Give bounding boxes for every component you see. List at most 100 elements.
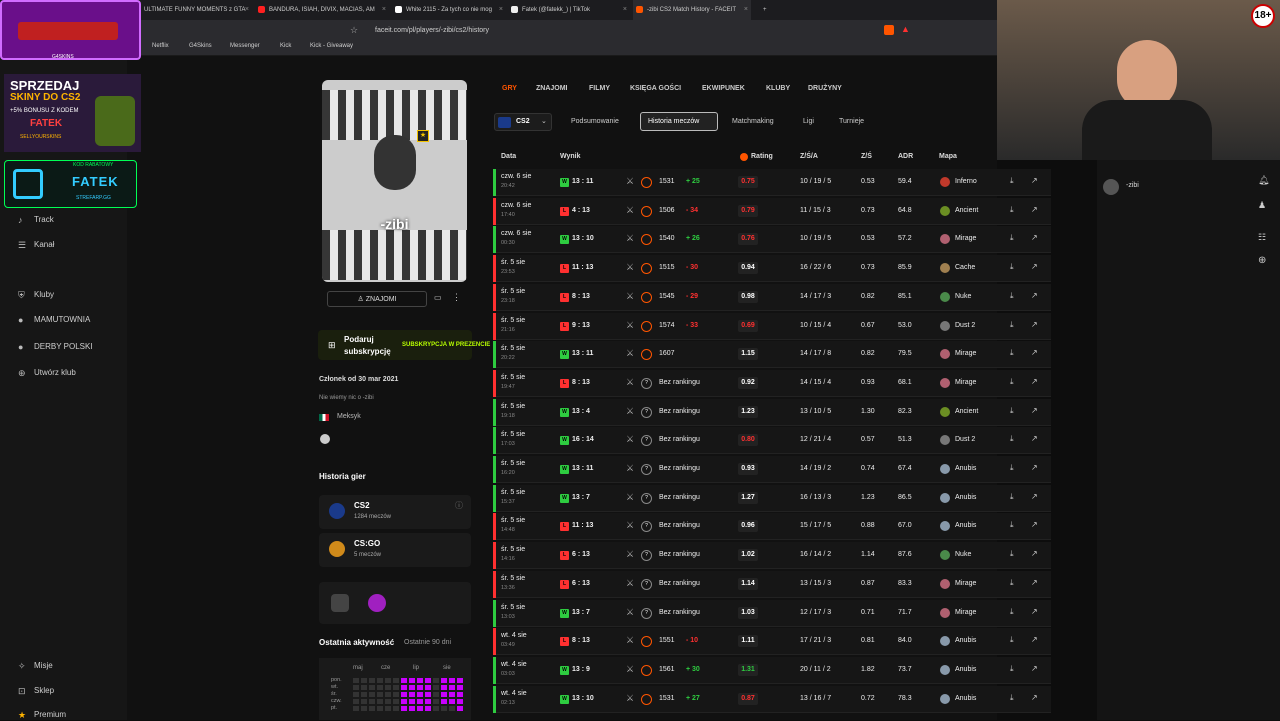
tab-druzyny[interactable]: DRUŻYNY — [808, 85, 842, 92]
table-row[interactable]: śr. 5 sie 14:16 L 6 : 13 ⚔? Bez rankingu 1.02 1… — [493, 542, 1051, 570]
download-icon[interactable]: ⤓ — [1010, 233, 1014, 243]
download-icon[interactable]: ⤓ — [1010, 377, 1014, 387]
download-icon[interactable]: ⤓ — [1010, 578, 1014, 588]
table-row[interactable]: śr. 5 sie 23:18 L 8 : 13 ⚔ 1545 - 29 0.98 14 / 1… — [493, 283, 1051, 311]
bookmark-g4skins[interactable]: G4Skins — [189, 43, 212, 49]
table-row[interactable]: śr. 5 sie 16:20 W 13 : 11 ⚔? Bez rankingu 0.93… — [493, 456, 1051, 483]
close-icon[interactable]: × — [499, 0, 503, 20]
download-icon[interactable]: ⤓ — [1010, 492, 1014, 502]
badge-icon[interactable] — [368, 594, 386, 612]
external-link-icon[interactable]: ↗ — [1031, 406, 1038, 415]
game-card-cs2[interactable]: CS2 1284 meczów ⓘ — [319, 495, 471, 529]
table-row[interactable]: śr. 5 sie 14:48 L 11 : 13 ⚔? Bez rankingu 0.96… — [493, 513, 1051, 541]
subtab-summary[interactable]: Podsumowanie — [571, 118, 619, 125]
table-row[interactable]: czw. 6 sie 00:30 W 13 : 10 ⚔ 1540 + 26 0.76 10 /… — [493, 226, 1051, 254]
download-icon[interactable]: ⤓ — [1010, 176, 1014, 186]
bookmark-netflix[interactable]: Netflix — [152, 43, 169, 49]
browser-tab[interactable]: -zibi CS2 Match History - FACEIT × — [633, 0, 751, 20]
add-friend-icon[interactable]: ⊕ — [1258, 255, 1266, 266]
tab-filmy[interactable]: FILMY — [589, 85, 610, 92]
info-icon[interactable]: ⓘ — [455, 500, 463, 511]
subtab-tournaments[interactable]: Turnieje — [839, 118, 864, 125]
external-link-icon[interactable]: ↗ — [1031, 176, 1038, 185]
table-row[interactable]: śr. 5 sie 19:47 L 8 : 13 ⚔? Bez rankingu 0.92 1… — [493, 369, 1051, 397]
steam-icon[interactable] — [320, 434, 330, 444]
nav-premium[interactable]: ★ Premium — [18, 710, 66, 720]
external-link-icon[interactable]: ↗ — [1031, 205, 1038, 214]
friend-avatar[interactable] — [1103, 179, 1119, 195]
brave-rewards-icon[interactable]: ▲ — [901, 24, 910, 34]
friend-name[interactable]: -zibi — [1126, 182, 1139, 189]
chat-icon[interactable]: ▭ — [434, 293, 442, 302]
bookmark-kick-giveaway[interactable]: Kick - Giveaway — [310, 43, 353, 49]
external-link-icon[interactable]: ↗ — [1031, 635, 1038, 644]
external-link-icon[interactable]: ↗ — [1031, 463, 1038, 472]
url-text[interactable]: faceit.com/pl/players/-zibi/cs2/history — [375, 27, 489, 34]
table-row[interactable]: śr. 5 sie 19:18 W 13 : 4 ⚔? Bez rankingu 1.23 1… — [493, 398, 1051, 426]
table-row[interactable]: czw. 6 sie 17:40 L 4 : 13 ⚔ 1506 - 34 0.79 11 / … — [493, 197, 1051, 225]
nav-kanal[interactable]: ☰ Kanał — [18, 240, 54, 250]
nav-create-club[interactable]: ⊕ Utwórz klub — [18, 368, 76, 378]
bookmark-messenger[interactable]: Messenger — [230, 43, 260, 49]
download-icon[interactable]: ⤓ — [1010, 320, 1014, 330]
nav-kluby[interactable]: ⛨ Kluby — [18, 290, 54, 300]
party-icon[interactable]: ☷ — [1258, 232, 1266, 243]
nav-track[interactable]: ♪ Track — [18, 215, 54, 225]
table-row[interactable]: śr. 5 sie 13:03 W 13 : 7 ⚔? Bez rankingu 1.03 1… — [493, 599, 1051, 627]
external-link-icon[interactable]: ↗ — [1031, 549, 1038, 558]
nav-sklep[interactable]: ⊡ Sklep — [18, 686, 54, 696]
table-row[interactable]: wt. 4 sie 02:13 W 13 : 10 ⚔ 1531 + 27 0.87 13 / … — [493, 685, 1051, 713]
download-icon[interactable]: ⤓ — [1010, 635, 1014, 645]
table-row[interactable]: śr. 5 sie 20:22 W 13 : 11 ⚔ 1607 1.15 14 / 17 /… — [493, 341, 1051, 369]
download-icon[interactable]: ⤓ — [1010, 406, 1014, 416]
download-icon[interactable]: ⤓ — [1010, 607, 1014, 617]
download-icon[interactable]: ⤓ — [1010, 348, 1014, 358]
external-link-icon[interactable]: ↗ — [1031, 320, 1038, 329]
close-icon[interactable]: × — [382, 0, 386, 20]
external-link-icon[interactable]: ↗ — [1031, 607, 1038, 616]
table-row[interactable]: śr. 5 sie 13:36 L 6 : 13 ⚔? Bez rankingu 1.14 1… — [493, 570, 1051, 598]
more-icon[interactable]: ⋮ — [452, 292, 461, 303]
download-icon[interactable]: ⤓ — [1010, 693, 1014, 703]
url-bar[interactable] — [0, 20, 997, 42]
external-link-icon[interactable]: ↗ — [1031, 233, 1038, 242]
tab-gry[interactable]: GRY — [502, 85, 517, 92]
download-icon[interactable]: ⤓ — [1010, 262, 1014, 272]
friends-button[interactable]: ♙ ZNAJOMI — [327, 291, 427, 307]
download-icon[interactable]: ⤓ — [1010, 520, 1014, 530]
brave-shield-icon[interactable] — [884, 25, 894, 35]
game-card-csgo[interactable]: CS:GO 5 meczów — [319, 533, 471, 567]
nav-club-mamutownia[interactable]: ● MAMUTOWNIA — [18, 315, 90, 325]
download-icon[interactable]: ⤓ — [1010, 463, 1014, 473]
download-icon[interactable]: ⤓ — [1010, 291, 1014, 301]
bookmark-kick[interactable]: Kick — [280, 43, 291, 49]
browser-tab[interactable]: White 2115 - Za tych co nie mog × — [392, 0, 506, 20]
table-row[interactable]: śr. 5 sie 15:37 W 13 : 7 ⚔? Bez rankingu 1.27 1… — [493, 484, 1051, 512]
friends-icon[interactable]: ♟ — [1258, 200, 1266, 211]
download-icon[interactable]: ⤓ — [1010, 549, 1014, 559]
header-date[interactable]: Data — [501, 153, 516, 160]
external-link-icon[interactable]: ↗ — [1031, 693, 1038, 702]
close-icon[interactable]: × — [245, 0, 249, 20]
browser-tab[interactable]: BANDURA, ISIAH, DIVIX, MACIAS, AM × — [255, 0, 389, 20]
external-link-icon[interactable]: ↗ — [1031, 520, 1038, 529]
subtab-matchmaking[interactable]: Matchmaking — [732, 118, 774, 125]
nav-misje[interactable]: ✧ Misje — [18, 661, 53, 671]
tab-znajomi[interactable]: ZNAJOMI — [536, 85, 568, 92]
external-link-icon[interactable]: ↗ — [1031, 578, 1038, 587]
close-icon[interactable]: × — [744, 0, 748, 20]
tab-ksiega-gosci[interactable]: KSIĘGA GOŚCI — [630, 85, 681, 92]
external-link-icon[interactable]: ↗ — [1031, 492, 1038, 501]
external-link-icon[interactable]: ↗ — [1031, 434, 1038, 443]
table-row[interactable]: wt. 4 sie 03:49 L 8 : 13 ⚔ 1551 - 10 1.11 17 / 2… — [493, 628, 1051, 656]
game-select[interactable]: CS2 ⌄ — [494, 113, 552, 131]
download-icon[interactable]: ⤓ — [1010, 664, 1014, 674]
table-row[interactable]: śr. 5 sie 21:16 L 9 : 13 ⚔ 1574 - 33 0.69 10 / 1… — [493, 312, 1051, 340]
external-link-icon[interactable]: ↗ — [1031, 664, 1038, 673]
nav-club-derby-polski[interactable]: ● DERBY POLSKI — [18, 342, 93, 352]
bell-icon[interactable]: 🔔︎ — [1258, 175, 1269, 186]
bookmark-icon[interactable]: ☆ — [350, 25, 358, 36]
badge-icon[interactable] — [331, 594, 349, 612]
tab-kluby[interactable]: KLUBY — [766, 85, 790, 92]
subtab-leagues[interactable]: Ligi — [803, 118, 814, 125]
